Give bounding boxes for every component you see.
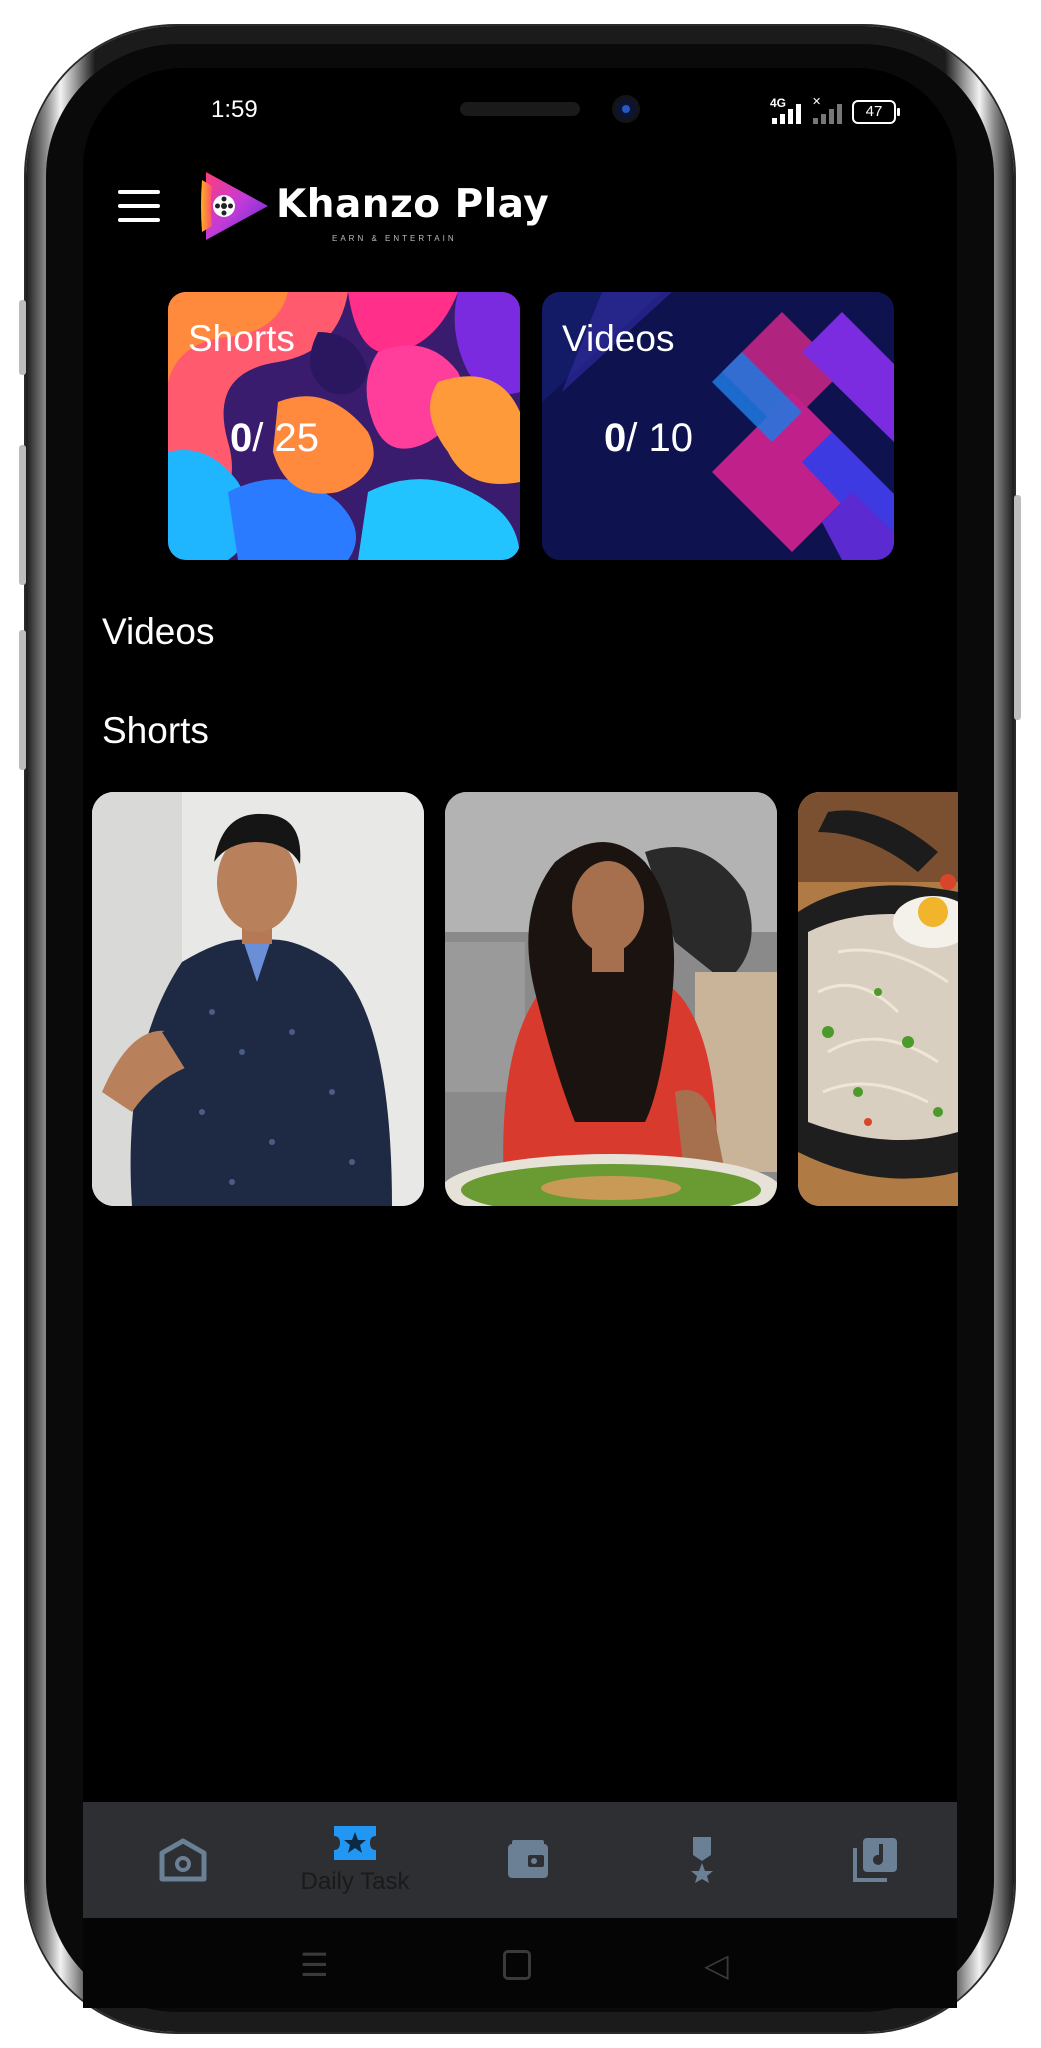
medal-icon xyxy=(691,1837,713,1883)
app-tagline: EARN & ENTERTAIN xyxy=(332,234,457,243)
recent-apps-icon[interactable]: ☰ xyxy=(300,1946,329,1984)
videos-done-count: 0 xyxy=(604,416,627,460)
short-thumbnail[interactable] xyxy=(445,792,777,1206)
bottom-navigation: Daily Task xyxy=(83,1802,957,1918)
status-time: 1:59 xyxy=(211,96,258,123)
nav-home[interactable] xyxy=(113,1802,253,1918)
nav-daily-task-label: Daily Task xyxy=(300,1868,410,1895)
nav-wallet[interactable] xyxy=(458,1802,598,1918)
home-icon xyxy=(159,1838,207,1882)
shorts-total-count: / 25 xyxy=(252,416,319,460)
videos-section-title: Videos xyxy=(102,611,215,652)
menu-icon[interactable] xyxy=(118,190,160,222)
battery-icon: 47 xyxy=(852,100,900,124)
videos-card-title: Videos xyxy=(562,318,675,359)
shorts-card-title: Shorts xyxy=(188,318,295,359)
nav-rewards[interactable] xyxy=(632,1802,772,1918)
videos-total-count: / 10 xyxy=(626,416,693,460)
star-ticket-icon xyxy=(334,1826,376,1860)
phone-side-button xyxy=(1014,495,1021,720)
shorts-progress: 0/ 25 xyxy=(230,416,319,461)
home-button-icon[interactable] xyxy=(503,1950,531,1980)
phone-side-button xyxy=(19,630,26,770)
back-icon[interactable]: ◁ xyxy=(704,1946,729,1984)
earpiece-speaker xyxy=(460,102,580,116)
phone-side-button xyxy=(19,445,26,585)
videos-progress: 0/ 10 xyxy=(604,416,693,461)
wallet-icon xyxy=(508,1840,548,1878)
phone-side-button xyxy=(19,300,26,375)
nav-daily-task[interactable]: Daily Task xyxy=(285,1802,425,1918)
shorts-counter-card[interactable]: Shorts 0/ 25 xyxy=(168,292,520,560)
signal-icon xyxy=(772,104,801,124)
videos-counter-card[interactable]: Videos 0/ 10 xyxy=(542,292,894,560)
app-name: Khanzo Play xyxy=(276,182,550,227)
shorts-done-count: 0 xyxy=(230,416,253,460)
music-library-icon xyxy=(853,1838,897,1882)
logo-icon xyxy=(201,172,268,240)
signal-icon xyxy=(813,104,842,124)
shorts-section-title: Shorts xyxy=(102,710,209,751)
nav-music-library[interactable] xyxy=(805,1802,945,1918)
short-thumbnail[interactable] xyxy=(92,792,424,1206)
front-camera xyxy=(615,98,637,120)
short-thumbnail[interactable] xyxy=(798,792,958,1206)
